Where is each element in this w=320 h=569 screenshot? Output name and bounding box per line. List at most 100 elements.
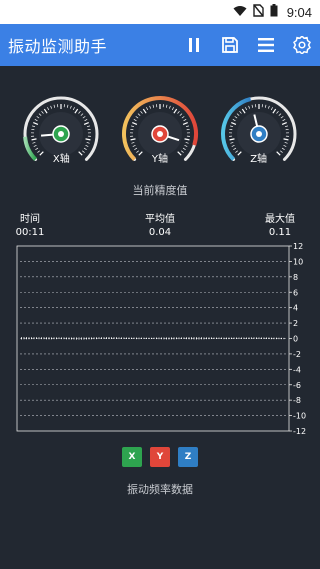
gauge-tick bbox=[44, 108, 48, 114]
gauge-tick bbox=[238, 110, 242, 114]
axis-y-button[interactable]: Y bbox=[150, 447, 170, 467]
gauge-tick bbox=[241, 108, 246, 114]
y-tick-label: 4 bbox=[293, 304, 298, 313]
gauge-tick bbox=[171, 107, 174, 111]
gauge-tick bbox=[132, 144, 136, 147]
section-title: 当前精度值 bbox=[132, 184, 188, 197]
gauge-tick bbox=[131, 142, 135, 144]
stat-max: 最大值 0.11 bbox=[250, 210, 310, 238]
gauge-tick bbox=[169, 105, 171, 109]
settings-button[interactable] bbox=[292, 35, 312, 55]
gauge-tick bbox=[184, 138, 190, 141]
status-bar: 9:04 bbox=[0, 0, 320, 24]
gauge-tick bbox=[78, 110, 82, 114]
menu-button[interactable] bbox=[256, 35, 276, 55]
gauge-tick bbox=[278, 113, 281, 116]
y-tick-label: 10 bbox=[293, 257, 303, 266]
pause-icon bbox=[189, 38, 199, 52]
gauge-tick bbox=[31, 138, 37, 141]
gauge-tick bbox=[284, 142, 288, 144]
gauge-tick bbox=[86, 142, 90, 144]
gauge-tick bbox=[229, 138, 235, 141]
y-tick-label: 6 bbox=[293, 288, 298, 297]
axis-x-button[interactable]: X bbox=[122, 447, 142, 467]
gauge-tick bbox=[133, 119, 137, 122]
gauge-label: Z轴 bbox=[250, 154, 268, 165]
gauge-tick bbox=[33, 121, 39, 125]
stats-row: 时间 00:11 平均值 0.04 最大值 0.11 bbox=[0, 210, 320, 240]
gauge-tick bbox=[32, 142, 36, 144]
gauge-tick bbox=[230, 121, 236, 125]
chart-svg: 12 10 8 6 4 2 0 -2 -4 -6 -8 -10 -12 bbox=[16, 242, 306, 436]
gauge-tick bbox=[280, 116, 284, 119]
gauge-tick bbox=[281, 121, 287, 125]
stat-average: 平均值 0.04 bbox=[130, 210, 190, 238]
gauge-tick bbox=[236, 113, 240, 116]
gauge-z: Z轴 bbox=[219, 94, 299, 174]
gauge-tick bbox=[130, 138, 136, 141]
gauge-tick bbox=[182, 121, 188, 125]
y-tick-label: -12 bbox=[293, 427, 306, 436]
gauge-hub-center bbox=[156, 131, 163, 137]
gauge-tick bbox=[234, 116, 238, 119]
gauge-tick bbox=[80, 113, 84, 116]
y-tick-label: 0 bbox=[293, 335, 298, 344]
gauge-x: X轴 bbox=[21, 94, 101, 174]
gauge-tick bbox=[264, 104, 266, 108]
gauge-y: Y轴 bbox=[120, 94, 200, 174]
gauge-tick bbox=[267, 105, 270, 109]
gauge-hub-center bbox=[255, 131, 262, 137]
no-sim-icon bbox=[252, 4, 264, 20]
wifi-icon bbox=[233, 5, 247, 20]
gauge-tick bbox=[41, 110, 45, 114]
gauge-tick bbox=[47, 107, 50, 111]
gauge-tick bbox=[87, 125, 91, 128]
pause-button[interactable] bbox=[184, 35, 204, 55]
footer-label: 振动频率数据 bbox=[127, 483, 193, 496]
gauge-tick bbox=[270, 107, 273, 111]
gauge-tick bbox=[34, 119, 38, 122]
stat-time: 时间 00:11 bbox=[0, 210, 60, 238]
gauge-tick bbox=[39, 113, 42, 116]
gauge-tick bbox=[165, 104, 168, 108]
gauge-tick bbox=[142, 108, 147, 114]
gauge-label: X轴 bbox=[52, 154, 70, 165]
gauge-tick bbox=[32, 125, 36, 128]
gauge-tick bbox=[146, 107, 149, 111]
gauge-tick bbox=[231, 144, 235, 147]
save-button[interactable] bbox=[220, 35, 240, 55]
gauge-tick bbox=[251, 104, 253, 108]
app-actions bbox=[184, 35, 312, 55]
gauge-tick bbox=[185, 142, 189, 144]
gauge-tick bbox=[184, 144, 188, 147]
gauge-tick bbox=[284, 125, 288, 128]
gauge-tick bbox=[283, 138, 289, 141]
gauge-tick bbox=[282, 119, 285, 122]
gauge-tick bbox=[230, 142, 234, 144]
axis-z-button[interactable]: Z bbox=[178, 447, 198, 467]
gauge-tick bbox=[85, 138, 91, 141]
app-title: 振动监测助手 bbox=[8, 37, 108, 56]
gauge-tick bbox=[179, 113, 183, 116]
gauge-tick bbox=[85, 144, 89, 147]
gauge-hub-center bbox=[58, 131, 65, 137]
battery-icon bbox=[270, 4, 278, 20]
y-tick-label: 12 bbox=[293, 242, 303, 251]
gauge-tick bbox=[70, 105, 73, 109]
gauge-tick bbox=[244, 107, 247, 111]
gauge-label: Y轴 bbox=[151, 154, 169, 165]
gauge-tick bbox=[73, 107, 76, 111]
gauge-tick bbox=[247, 105, 250, 109]
gauge-tick bbox=[84, 121, 90, 125]
gauge-tick bbox=[149, 105, 151, 109]
y-tick-label: 2 bbox=[293, 319, 298, 328]
gauge-tick bbox=[232, 119, 236, 122]
gauge-tick bbox=[152, 104, 155, 108]
gauge-tick bbox=[275, 110, 279, 114]
y-tick-label: -2 bbox=[293, 350, 301, 359]
stat-value: 00:11 bbox=[15, 227, 45, 238]
gauge-tick bbox=[229, 125, 233, 128]
gauge-tick bbox=[53, 104, 56, 108]
y-tick-label: -8 bbox=[293, 396, 301, 405]
stat-value: 0.04 bbox=[148, 227, 172, 238]
